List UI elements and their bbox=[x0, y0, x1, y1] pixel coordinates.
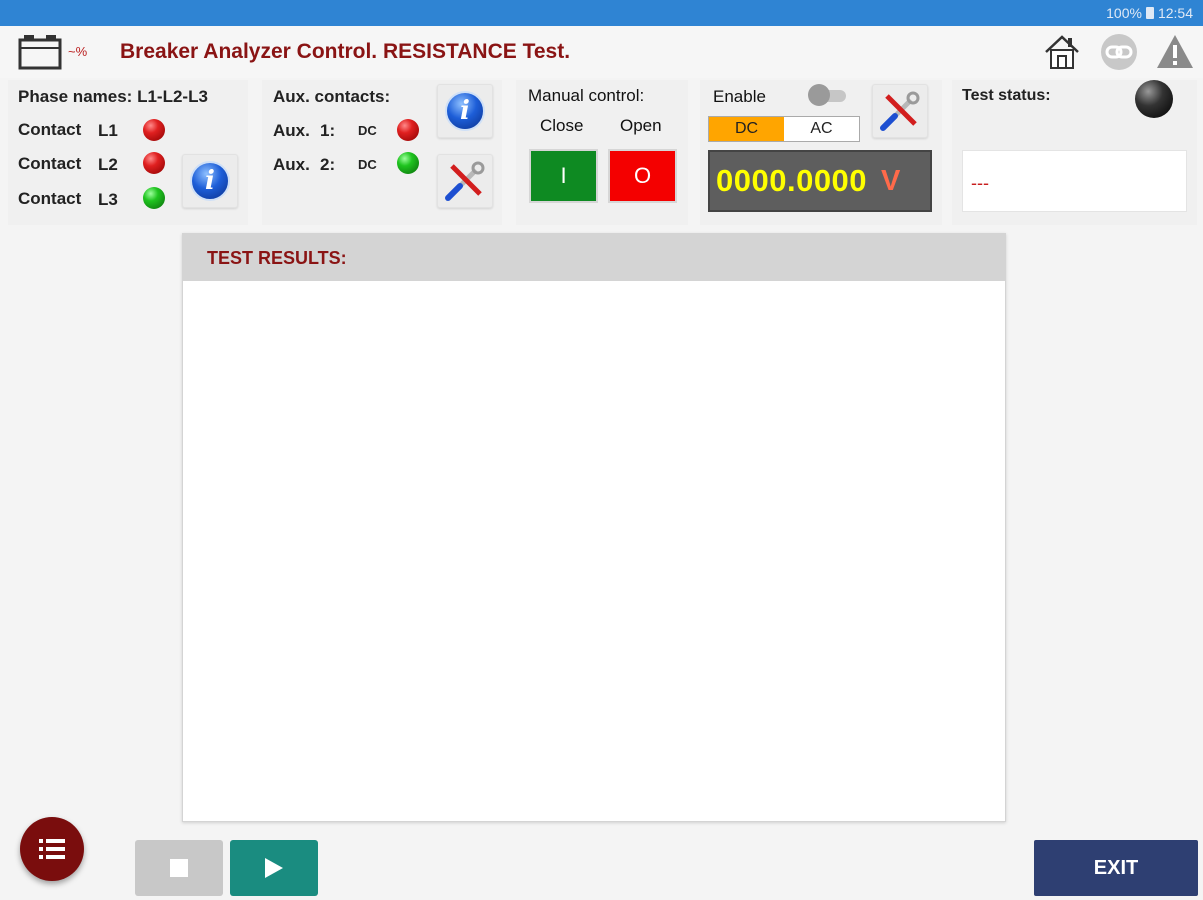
contact-l2-phase: L2 bbox=[98, 155, 118, 174]
close-breaker-button[interactable]: I bbox=[529, 149, 598, 203]
aux-info-button[interactable]: i bbox=[437, 84, 493, 138]
voltage-settings-button[interactable] bbox=[872, 84, 928, 138]
test-status-label: Test status: bbox=[962, 87, 1051, 104]
menu-list-button[interactable] bbox=[20, 817, 84, 881]
voltage-reading: 0000.0000 bbox=[716, 163, 868, 198]
battery-icon bbox=[1145, 7, 1154, 19]
aux-2-led bbox=[397, 152, 419, 174]
stop-icon bbox=[170, 859, 188, 877]
link-icon bbox=[1101, 34, 1137, 70]
app-header: ~% Breaker Analyzer Control. RESISTANCE … bbox=[0, 26, 1203, 78]
enable-label: Enable bbox=[713, 87, 766, 106]
play-icon bbox=[265, 858, 283, 878]
warning-icon bbox=[1157, 35, 1193, 68]
clock: 12:54 bbox=[1157, 5, 1193, 21]
battery-percent: 100% bbox=[1106, 5, 1142, 21]
info-icon: i bbox=[445, 91, 485, 131]
exit-button[interactable]: EXIT bbox=[1034, 840, 1198, 896]
tools-icon bbox=[880, 91, 920, 131]
aux-2-num: 2: bbox=[320, 155, 336, 174]
app-icon-label: ~% bbox=[68, 44, 88, 59]
aux-contacts-title: Aux. contacts: bbox=[273, 87, 391, 106]
home-button[interactable] bbox=[1040, 30, 1084, 74]
play-button[interactable] bbox=[230, 840, 318, 896]
test-results-panel: TEST RESULTS: bbox=[182, 233, 1006, 822]
aux-1-led bbox=[397, 119, 419, 141]
aux-1-num: 1: bbox=[320, 121, 336, 140]
phase-names-value: L1-L2-L3 bbox=[137, 87, 208, 106]
manual-control-title: Manual control: bbox=[528, 86, 645, 105]
aux-2-label: Aux. bbox=[273, 155, 310, 174]
aux-settings-button[interactable] bbox=[437, 154, 493, 208]
mode-dc-option[interactable]: DC bbox=[709, 117, 784, 141]
toggle-thumb bbox=[808, 84, 830, 106]
contact-l1-label: Contact bbox=[18, 120, 82, 139]
status-bar-right: 100% 12:54 bbox=[1106, 5, 1193, 21]
warning-button[interactable] bbox=[1153, 30, 1197, 74]
enable-toggle[interactable] bbox=[808, 84, 848, 106]
system-status-bar: 100% 12:54 bbox=[0, 0, 1203, 26]
test-status-value: --- bbox=[962, 150, 1187, 212]
info-icon: i bbox=[190, 161, 230, 201]
aux-1-label: Aux. bbox=[273, 121, 310, 140]
open-breaker-button[interactable]: O bbox=[608, 149, 677, 203]
connection-button[interactable] bbox=[1097, 30, 1141, 74]
breaker-app-icon: ~% bbox=[18, 32, 98, 72]
voltage-unit: V bbox=[881, 164, 901, 197]
stop-button[interactable] bbox=[135, 840, 223, 896]
contact-l2-led bbox=[143, 152, 165, 174]
tools-icon bbox=[445, 161, 485, 201]
contact-l3-phase: L3 bbox=[98, 190, 118, 209]
contact-l2-label: Contact bbox=[18, 154, 82, 173]
close-label: Close bbox=[540, 116, 584, 135]
page-title: Breaker Analyzer Control. RESISTANCE Tes… bbox=[120, 40, 571, 63]
mode-ac-option[interactable]: AC bbox=[784, 117, 859, 141]
contact-l1-led bbox=[143, 119, 165, 141]
phase-names-label: Phase names: L1-L2-L3 bbox=[18, 87, 208, 106]
aux-2-type: DC bbox=[358, 157, 377, 172]
contact-l1-phase: L1 bbox=[98, 121, 118, 140]
list-icon bbox=[39, 839, 65, 859]
mode-selector: DC AC bbox=[708, 116, 860, 142]
voltage-display: 0000.0000 V bbox=[708, 150, 932, 212]
test-status-indicator bbox=[1135, 80, 1173, 118]
contact-l3-led bbox=[143, 187, 165, 209]
aux-1-type: DC bbox=[358, 123, 377, 138]
test-results-header: TEST RESULTS: bbox=[183, 234, 1005, 281]
home-icon bbox=[1045, 35, 1079, 69]
open-label: Open bbox=[620, 116, 662, 135]
phase-info-button[interactable]: i bbox=[182, 154, 238, 208]
contact-l3-label: Contact bbox=[18, 189, 82, 208]
